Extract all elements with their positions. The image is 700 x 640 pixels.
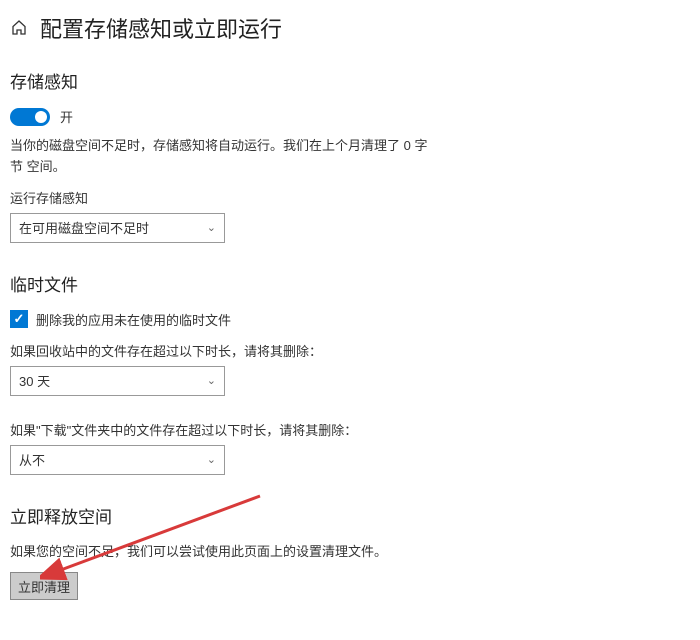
select-value: 在可用磁盘空间不足时	[19, 218, 149, 237]
recycle-bin-desc: 如果回收站中的文件存在超过以下时长，请将其删除：	[10, 341, 690, 360]
downloads-select[interactable]: 从不 ⌄	[10, 445, 225, 475]
home-icon[interactable]	[10, 19, 28, 37]
section-title-free-space: 立即释放空间	[10, 503, 690, 528]
free-space-desc: 如果您的空间不足，我们可以尝试使用此页面上的设置清理文件。	[10, 542, 430, 563]
chevron-down-icon: ⌄	[207, 374, 216, 387]
recycle-bin-select[interactable]: 30 天 ⌄	[10, 366, 225, 396]
chevron-down-icon: ⌄	[207, 221, 216, 234]
select-value: 30 天	[19, 371, 50, 390]
chevron-down-icon: ⌄	[207, 453, 216, 466]
toggle-label: 开	[60, 107, 73, 126]
section-title-temp-files: 临时文件	[10, 271, 690, 296]
clean-now-button[interactable]: 立即清理	[10, 572, 78, 600]
run-storage-sense-select[interactable]: 在可用磁盘空间不足时 ⌄	[10, 213, 225, 243]
page-title: 配置存储感知或立即运行	[40, 12, 282, 44]
storage-sense-toggle[interactable]	[10, 108, 50, 126]
checkmark-icon: ✓	[14, 311, 25, 327]
downloads-desc: 如果"下载"文件夹中的文件存在超过以下时长，请将其删除：	[10, 420, 690, 439]
delete-temp-label: 删除我的应用未在使用的临时文件	[36, 310, 231, 329]
delete-temp-checkbox[interactable]: ✓	[10, 310, 28, 328]
section-title-storage-sense: 存储感知	[10, 68, 690, 93]
run-storage-sense-label: 运行存储感知	[10, 188, 690, 207]
select-value: 从不	[19, 450, 45, 469]
storage-sense-desc: 当你的磁盘空间不足时，存储感知将自动运行。我们在上个月清理了 0 字节 空间。	[10, 136, 430, 178]
